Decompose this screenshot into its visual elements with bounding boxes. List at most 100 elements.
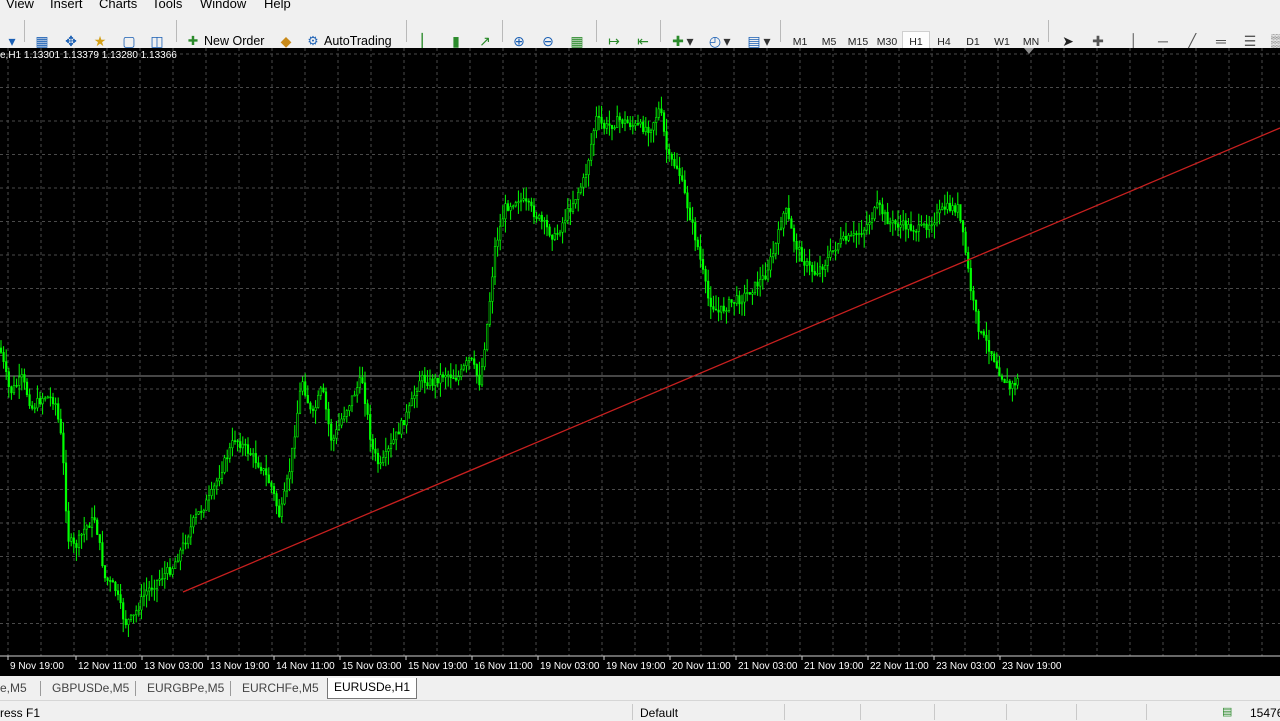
- menu-window[interactable]: Window: [200, 0, 246, 11]
- candle-body: [324, 391, 328, 410]
- time-label: 21 Nov 19:00: [804, 661, 864, 672]
- menu-insert[interactable]: Insert: [50, 0, 83, 11]
- candle-body: [41, 398, 44, 405]
- candle-body: [155, 580, 159, 589]
- candle: [855, 230, 858, 248]
- candle-body: [694, 222, 697, 241]
- candle-body: [64, 462, 68, 512]
- candle: [964, 226, 967, 256]
- candle-body: [831, 250, 835, 252]
- candle: [309, 401, 312, 414]
- candle: [12, 375, 16, 396]
- candle-body: [1016, 378, 1019, 386]
- candle-body: [530, 201, 533, 207]
- candle-body: [912, 230, 915, 232]
- price-chart[interactable]: 9 Nov 19:00 12 Nov 11:00 13 Nov 03:00 13 No…: [0, 48, 1280, 676]
- candle: [444, 367, 447, 389]
- candle-body: [548, 226, 551, 236]
- tab-gbpusd[interactable]: GBPUSDe,M5: [52, 679, 129, 698]
- time-label: 9 Nov 19:00: [10, 661, 64, 672]
- tab-eurchf[interactable]: EURCHFe,M5: [242, 679, 319, 698]
- candle-body: [470, 357, 473, 360]
- candle-body: [252, 453, 255, 456]
- candle: [837, 242, 840, 254]
- candle-body: [876, 202, 879, 208]
- candle: [46, 395, 49, 399]
- candle-body: [779, 227, 783, 230]
- candle: [241, 436, 244, 456]
- candle-body: [561, 222, 564, 233]
- candle: [922, 222, 926, 229]
- candle: [873, 205, 876, 222]
- candle: [257, 456, 260, 469]
- time-label: 14 Nov 11:00: [276, 661, 335, 672]
- candle-body: [883, 211, 887, 215]
- candle: [925, 214, 928, 239]
- candle: [1008, 378, 1011, 396]
- candle-body: [766, 269, 770, 280]
- status-bar: ress F1 Default ▤ 15476: [0, 700, 1280, 721]
- candle-body: [795, 240, 798, 250]
- candle-body: [634, 123, 637, 126]
- candle: [701, 248, 705, 275]
- candle-body: [865, 224, 868, 231]
- menu-tools[interactable]: Tools: [152, 0, 182, 11]
- candle-body: [244, 443, 247, 446]
- candle: [109, 576, 112, 592]
- candle-body: [33, 407, 36, 410]
- candle: [881, 197, 884, 222]
- time-label: 19 Nov 03:00: [540, 661, 600, 672]
- candle: [811, 261, 814, 283]
- candle: [826, 245, 829, 273]
- candle-body: [166, 567, 169, 574]
- candle-body: [785, 207, 788, 214]
- candle: [322, 383, 325, 394]
- candle: [187, 534, 190, 549]
- candle-body: [543, 220, 546, 222]
- candle: [720, 305, 723, 321]
- candle-body: [444, 374, 447, 378]
- candle-body: [652, 122, 655, 131]
- candle: [181, 532, 185, 555]
- candle-body: [577, 192, 580, 200]
- candle: [647, 120, 650, 147]
- candle-body: [808, 261, 811, 266]
- tab-chart-1[interactable]: e,M5: [0, 679, 27, 698]
- candle: [311, 405, 315, 418]
- candle: [961, 220, 965, 246]
- candle-body: [891, 220, 894, 224]
- candle-body: [629, 122, 632, 128]
- candle-body: [371, 439, 374, 450]
- candle: [621, 118, 624, 128]
- tab-eurgbp[interactable]: EURGBPe,M5: [147, 679, 224, 698]
- menu-help[interactable]: Help: [264, 0, 291, 11]
- candle: [623, 111, 627, 132]
- candle-body: [951, 205, 954, 211]
- candle-body: [36, 398, 39, 409]
- candle-body: [465, 360, 468, 367]
- candle-body: [782, 212, 785, 229]
- chart-canvas[interactable]: 9 Nov 19:00 12 Nov 11:00 13 Nov 03:00 13 No…: [0, 48, 1280, 676]
- menu-charts[interactable]: Charts: [99, 0, 137, 11]
- candle-body: [535, 216, 538, 219]
- candle-body: [582, 177, 585, 188]
- candle-body: [7, 371, 10, 388]
- candle: [792, 224, 796, 253]
- candle-body: [1013, 382, 1017, 386]
- candle: [184, 534, 187, 550]
- candle-body: [972, 290, 975, 301]
- candle: [909, 211, 913, 232]
- candle: [751, 289, 754, 305]
- candle-body: [298, 390, 302, 414]
- candle-body: [12, 385, 16, 394]
- candle-body: [122, 602, 125, 620]
- candle: [928, 215, 931, 238]
- candle: [301, 376, 304, 396]
- candle: [886, 202, 889, 225]
- candle-body: [805, 261, 809, 266]
- menu-view[interactable]: View: [6, 0, 34, 11]
- tab-eurusd-active[interactable]: EURUSDe,H1: [327, 678, 417, 699]
- candle-body: [350, 395, 354, 407]
- candle-body: [98, 534, 101, 543]
- candle-body: [587, 159, 590, 175]
